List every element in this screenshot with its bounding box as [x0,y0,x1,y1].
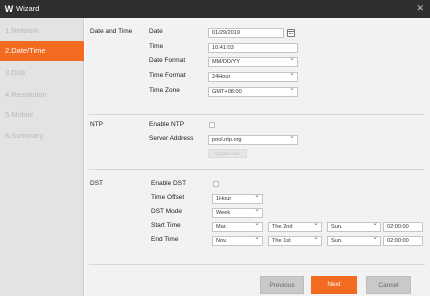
server-address-select[interactable]: pool.ntp.org [208,135,298,145]
end-week-select[interactable]: The 1st [268,236,322,246]
ntp-section-label: NTP [90,121,103,128]
time-offset-select[interactable]: 1Hour [212,194,263,204]
cancel-button[interactable]: Cancel [366,276,411,294]
enable-dst-checkbox[interactable] [213,181,219,187]
sidebar-item-mobile[interactable]: 5.Mobile [0,105,84,125]
enable-ntp-label: Enable NTP [149,121,185,128]
dst-mode-select[interactable]: Week [212,208,263,218]
sidebar-item-resolution[interactable]: 4.Resolution [0,85,84,105]
time-format-label: Time Format [149,72,186,79]
calendar-icon[interactable] [287,29,295,37]
settings-panel: Date and Time Date 01/29/2019 Time 10:41… [85,18,430,296]
section-divider [89,169,425,170]
date-field[interactable]: 01/29/2019 [208,28,284,38]
previous-button[interactable]: Previous [260,276,304,294]
time-label: Time [149,43,164,50]
sidebar-item-network[interactable]: 1.Network [0,21,84,41]
end-day-select[interactable]: Sun. [327,236,381,246]
enable-ntp-checkbox[interactable] [209,122,215,128]
start-time-field[interactable]: 02:00:00 [383,222,423,232]
section-divider [89,264,425,265]
date-format-select[interactable]: MM/DD/YY [208,57,298,67]
time-offset-label: Time Offset [151,194,185,201]
update-now-button[interactable]: Update now [208,149,247,158]
wizard-steps-sidebar: 1.Network 2.Date/Time 3.Disk 4.Resolutio… [0,18,84,296]
app-logo-icon: W [4,4,14,14]
dst-section-label: DST [90,180,103,187]
date-format-label: Date Format [149,57,186,64]
time-field[interactable]: 10:41:03 [208,43,298,53]
end-month-select[interactable]: Nov. [212,236,263,246]
sidebar-item-summary[interactable]: 6.Summary [0,126,84,146]
start-month-select[interactable]: Mar. [212,222,263,232]
close-icon[interactable]: ✕ [416,3,424,14]
end-time-label: End Time [151,236,179,243]
time-zone-select[interactable]: GMT+08:00 [208,87,298,97]
date-label: Date [149,28,163,35]
section-divider [89,114,425,115]
window-title: Wizard [16,4,40,13]
sidebar-item-date-time[interactable]: 2.Date/Time [0,41,84,61]
title-bar: W Wizard ✕ [0,0,430,18]
time-format-select[interactable]: 24Hour [208,72,298,82]
sidebar-item-disk[interactable]: 3.Disk [0,63,84,83]
end-time-field[interactable]: 02:00:00 [383,236,423,246]
enable-dst-label: Enable DST [151,180,187,187]
start-week-select[interactable]: The 2nd [268,222,322,232]
start-time-label: Start Time [151,222,181,229]
dst-mode-label: DST Mode [151,208,182,215]
next-button[interactable]: Next [311,276,357,294]
time-zone-label: Time Zone [149,87,180,94]
server-address-label: Server Address [149,135,194,142]
start-day-select[interactable]: Sun. [327,222,381,232]
date-time-section-label: Date and Time [90,28,133,35]
